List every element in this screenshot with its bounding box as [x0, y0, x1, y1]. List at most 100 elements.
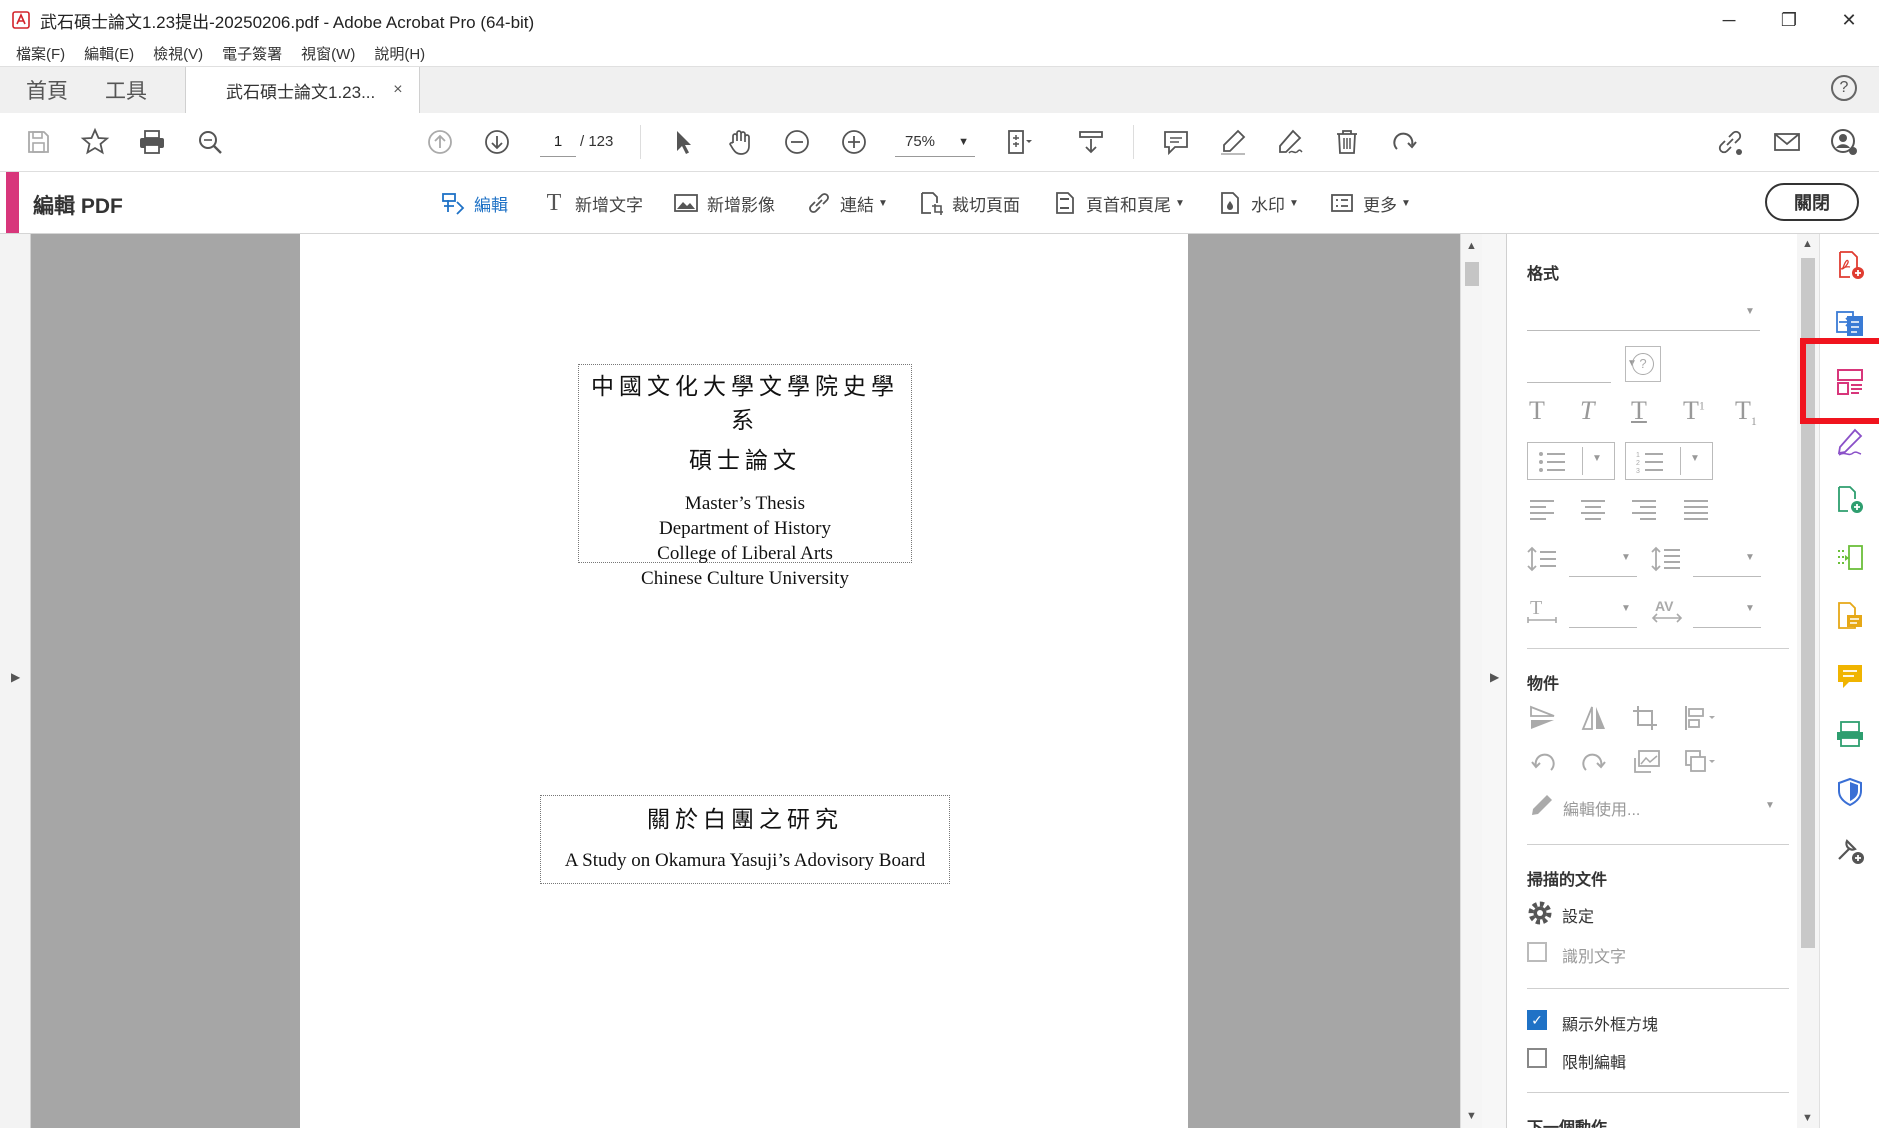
crop-pages-button[interactable]: 裁切頁面	[918, 188, 1020, 218]
link-button[interactable]: 連結 ▼	[806, 188, 888, 218]
bold-text-icon[interactable]: T	[1529, 396, 1545, 426]
subscript-icon[interactable]: T1	[1735, 396, 1757, 429]
character-spacing-dropdown[interactable]	[1693, 627, 1761, 628]
delete-trash-icon[interactable]	[1328, 123, 1366, 161]
restore-button[interactable]: ❐	[1759, 0, 1819, 40]
select-cursor-icon[interactable]	[664, 123, 702, 161]
rotate-icon[interactable]	[1385, 123, 1423, 161]
combine-files-icon[interactable]	[1834, 484, 1866, 516]
bullet-list-dropdown[interactable]: ▼	[1527, 442, 1615, 480]
show-bounding-boxes-checkbox[interactable]: ✓	[1527, 1010, 1547, 1030]
add-image-button[interactable]: 新增影像	[673, 188, 775, 218]
scroll-down-arrow-icon[interactable]: ▼	[1466, 1110, 1477, 1122]
send-for-review-icon[interactable]	[1834, 600, 1866, 632]
sign-pen-icon[interactable]	[1271, 123, 1309, 161]
align-left-icon[interactable]	[1529, 498, 1555, 520]
close-tab-icon[interactable]: ×	[393, 81, 402, 99]
crop-image-icon[interactable]	[1631, 704, 1659, 732]
print-icon[interactable]	[133, 123, 171, 161]
header-footer-button[interactable]: 頁首和頁尾 ▼	[1052, 188, 1185, 218]
edit-using-dropdown[interactable]: 編輯使用...	[1563, 796, 1640, 820]
account-icon[interactable]	[1825, 123, 1863, 161]
bookmark-star-icon[interactable]	[76, 123, 114, 161]
line-spacing-dropdown[interactable]	[1569, 576, 1637, 577]
numbered-list-dropdown[interactable]: 123 ▼	[1625, 442, 1713, 480]
document-viewport[interactable]: ▶ 中國文化大學文學院史學系 碩士論文 Master’s Thesis Depa…	[0, 234, 1483, 1128]
help-icon[interactable]: ?	[1831, 75, 1857, 101]
zoom-out-icon[interactable]	[778, 123, 816, 161]
align-right-icon[interactable]	[1631, 498, 1657, 520]
align-objects-icon[interactable]	[1683, 704, 1719, 732]
superscript-icon[interactable]: T1	[1683, 396, 1705, 426]
align-center-icon[interactable]	[1580, 498, 1606, 520]
minimize-button[interactable]: ─	[1699, 0, 1759, 40]
rotate-right-icon[interactable]	[1580, 748, 1608, 776]
menu-window[interactable]: 視窗(W)	[301, 43, 355, 64]
hand-tool-icon[interactable]	[721, 123, 759, 161]
close-window-button[interactable]: ✕	[1819, 0, 1879, 40]
previous-page-icon[interactable]	[421, 123, 459, 161]
menu-file[interactable]: 檔案(F)	[16, 43, 65, 64]
replace-image-icon[interactable]	[1631, 748, 1661, 776]
export-pdf-icon[interactable]	[1834, 307, 1866, 339]
scroll-down-arrow-icon[interactable]: ▼	[1802, 1112, 1813, 1124]
zoom-level-dropdown[interactable]: 75% ▼	[895, 128, 975, 157]
font-family-dropdown[interactable]	[1527, 330, 1760, 331]
character-spacing-icon: AV	[1651, 598, 1683, 623]
watermark-button[interactable]: 水印 ▼	[1217, 188, 1299, 218]
close-edit-button[interactable]: 關閉	[1765, 183, 1859, 221]
more-tools-icon[interactable]	[1834, 834, 1866, 866]
menu-edit[interactable]: 編輯(E)	[84, 43, 134, 64]
highlight-pen-icon[interactable]	[1214, 123, 1252, 161]
ocr-settings-label[interactable]: 設定	[1562, 903, 1594, 927]
page-fit-icon[interactable]	[1000, 123, 1038, 161]
italic-text-icon[interactable]: T	[1580, 396, 1594, 426]
scrollbar-thumb[interactable]	[1465, 262, 1479, 286]
comment-tool-icon[interactable]	[1834, 660, 1866, 692]
arrange-objects-icon[interactable]	[1683, 748, 1719, 776]
organize-pages-icon[interactable]	[1834, 542, 1866, 574]
more-button[interactable]: 更多 ▼	[1329, 188, 1411, 218]
next-page-icon[interactable]	[478, 123, 516, 161]
horizontal-scale-dropdown[interactable]	[1569, 627, 1637, 628]
align-justify-icon[interactable]	[1683, 498, 1709, 520]
scroll-mode-icon[interactable]	[1072, 123, 1110, 161]
scroll-up-arrow-icon[interactable]: ▲	[1466, 240, 1477, 252]
restrict-editing-checkbox[interactable]	[1527, 1048, 1547, 1068]
comment-icon[interactable]	[1157, 123, 1195, 161]
recognize-text-checkbox[interactable]	[1527, 942, 1547, 962]
paragraph-spacing-dropdown[interactable]	[1693, 576, 1761, 577]
save-icon[interactable]	[19, 123, 57, 161]
zoom-in-icon[interactable]	[835, 123, 873, 161]
search-zoom-icon[interactable]	[191, 123, 229, 161]
menu-view[interactable]: 檢視(V)	[153, 43, 203, 64]
rotate-left-icon[interactable]	[1529, 748, 1557, 776]
email-icon[interactable]	[1768, 123, 1806, 161]
scroll-up-arrow-icon[interactable]: ▲	[1802, 238, 1813, 250]
protect-shield-icon[interactable]	[1834, 776, 1866, 808]
right-panel-collapse[interactable]: ▶	[1482, 234, 1507, 1128]
flip-vertical-icon[interactable]	[1529, 704, 1557, 732]
scan-ocr-icon[interactable]	[1834, 718, 1866, 750]
fill-sign-icon[interactable]	[1834, 426, 1866, 458]
gear-icon[interactable]	[1527, 900, 1553, 926]
edit-text-image-button[interactable]: 編輯	[440, 188, 508, 218]
left-panel-toggle[interactable]: ▶	[0, 234, 31, 1128]
pdf-page[interactable]: 中國文化大學文學院史學系 碩士論文 Master’s Thesis Depart…	[300, 234, 1188, 1128]
tab-document[interactable]: 武石碩士論文1.23... ×	[185, 67, 420, 113]
page-number-input[interactable]: 1	[540, 128, 576, 157]
font-help-button[interactable]: ?	[1625, 346, 1661, 382]
flip-horizontal-icon[interactable]	[1580, 704, 1608, 732]
text-block-thesis-title[interactable]: 關於白團之研究 A Study on Okamura Yasuji’s Adov…	[540, 795, 950, 884]
create-pdf-icon[interactable]	[1834, 249, 1866, 281]
underline-text-icon[interactable]: T	[1631, 396, 1647, 426]
menu-help[interactable]: 說明(H)	[374, 43, 425, 64]
tab-tools[interactable]: 工具	[105, 67, 147, 113]
document-scrollbar[interactable]: ▲ ▼	[1460, 234, 1483, 1128]
font-size-dropdown[interactable]	[1527, 382, 1611, 383]
text-block-institution[interactable]: 中國文化大學文學院史學系 碩士論文 Master’s Thesis Depart…	[578, 364, 912, 589]
add-text-button[interactable]: T 新增文字	[541, 188, 643, 218]
menu-esign[interactable]: 電子簽署	[222, 43, 282, 64]
tab-home[interactable]: 首頁	[26, 67, 68, 113]
share-link-icon[interactable]	[1711, 123, 1749, 161]
